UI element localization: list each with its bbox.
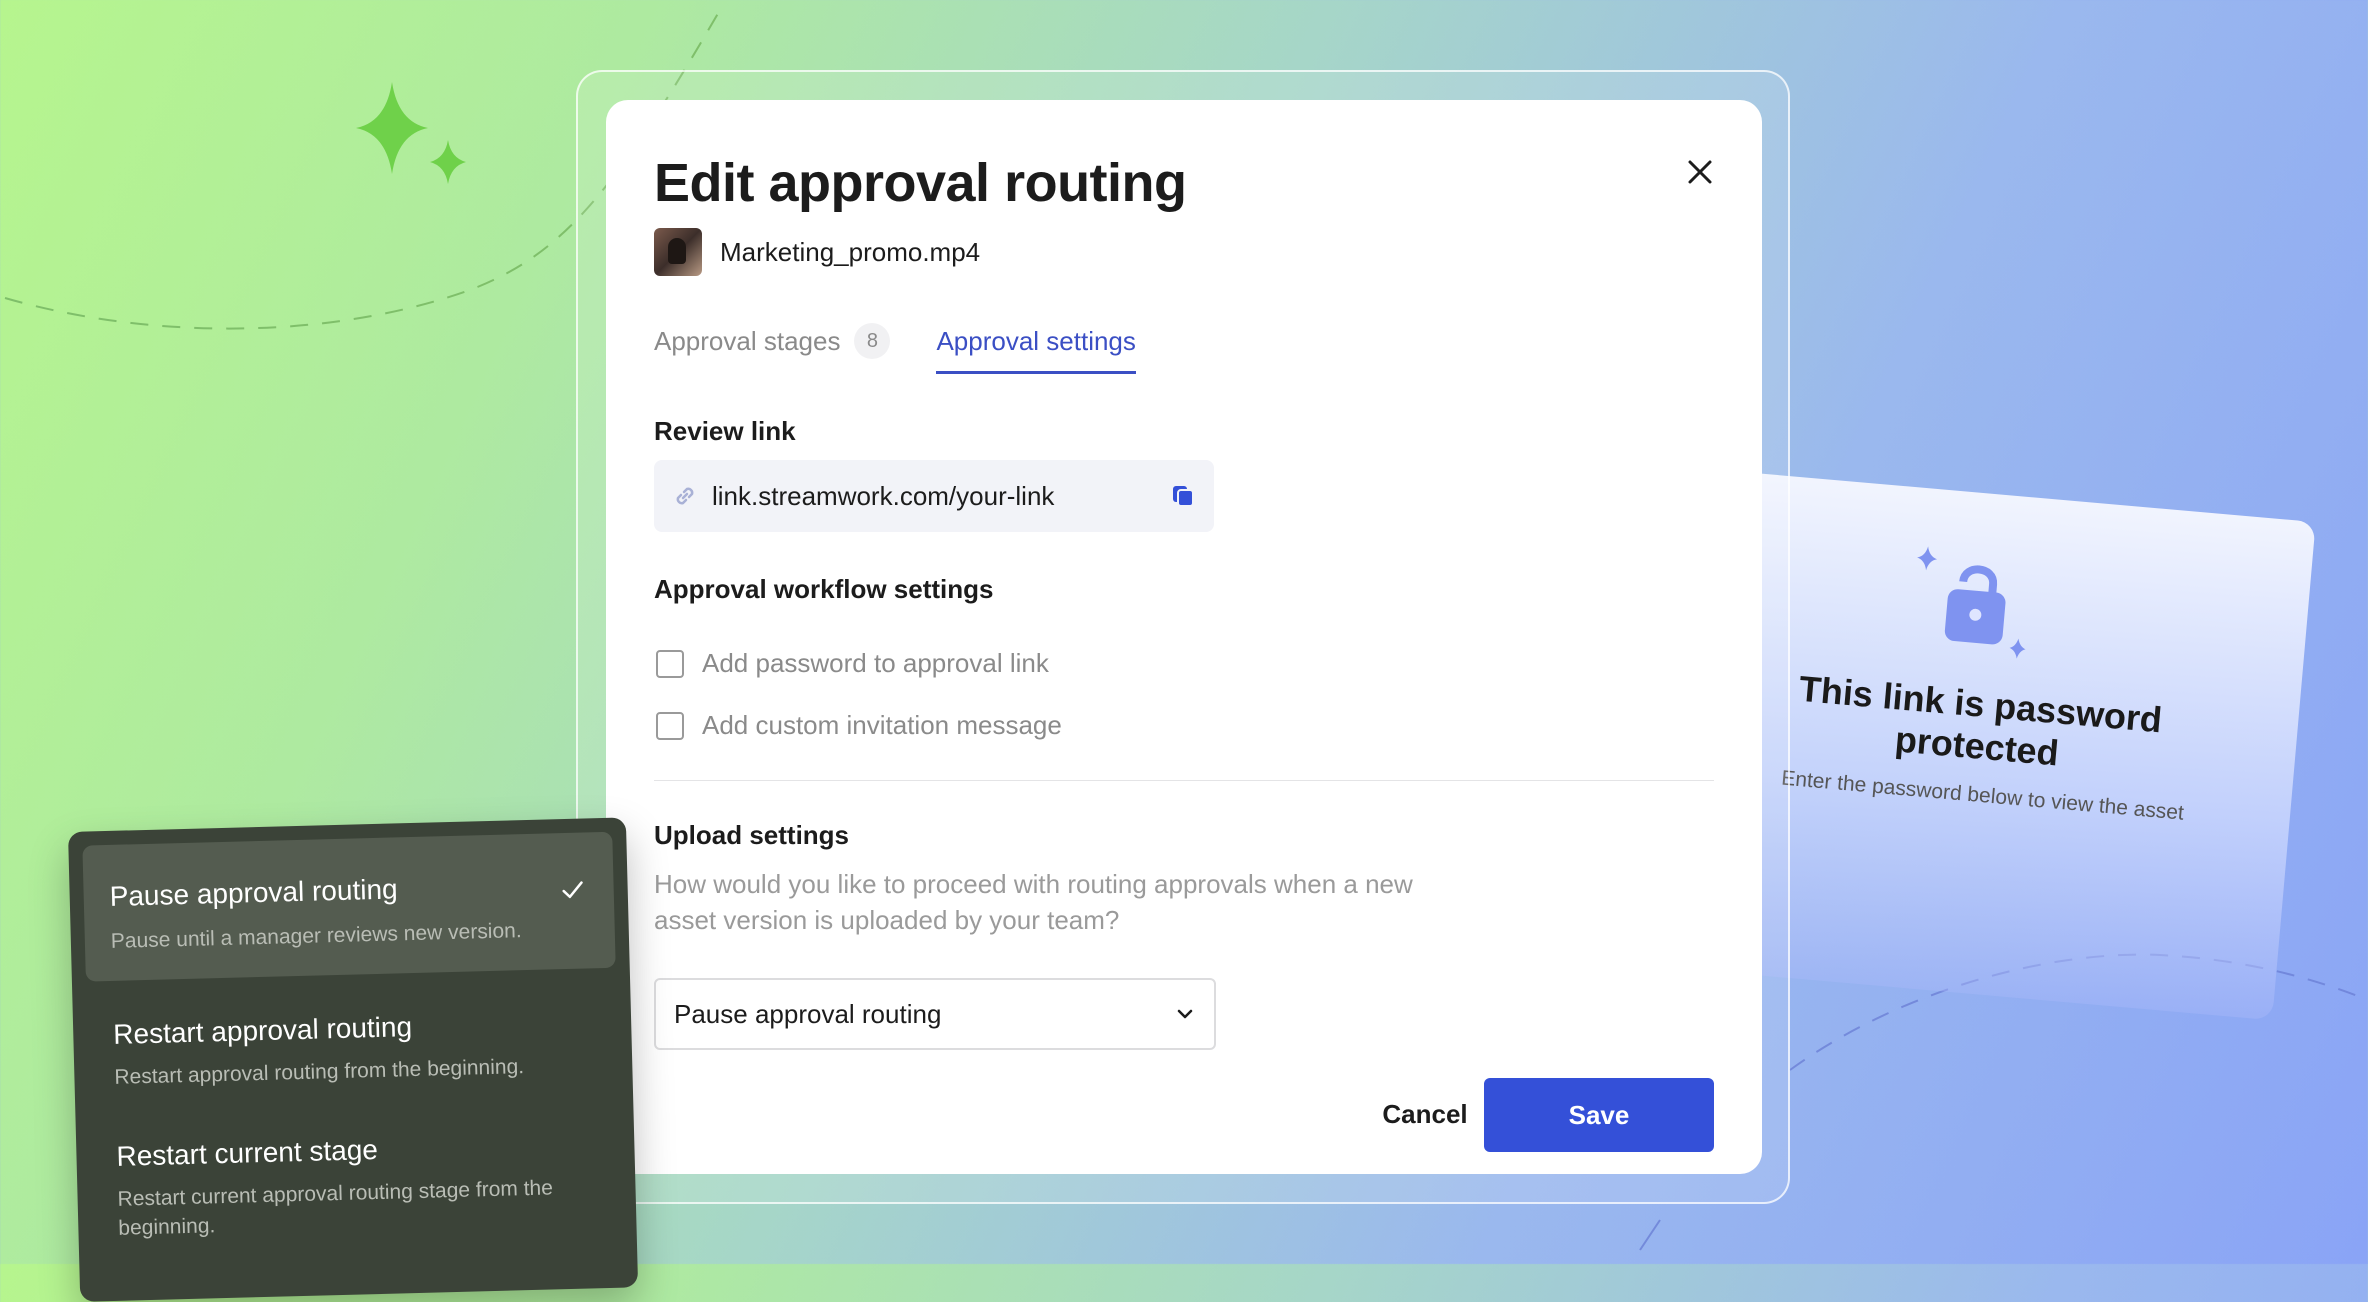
review-link-value: link.streamwork.com/your-link xyxy=(712,480,1055,511)
check-icon xyxy=(562,881,583,899)
password-option[interactable]: Add password to approval link xyxy=(656,648,1049,679)
menu-item-description: Pause until a manager reviews new versio… xyxy=(110,919,522,953)
asset-info: Marketing_promo.mp4 xyxy=(654,228,980,276)
routing-options-menu: Pause approval routing Pause until a man… xyxy=(68,817,639,1302)
tab-approval-settings[interactable]: Approval settings xyxy=(936,322,1136,374)
menu-item-restart-current-stage[interactable]: Restart current stage Restart current ap… xyxy=(89,1098,622,1252)
save-button[interactable]: Save xyxy=(1484,1078,1714,1152)
asset-thumbnail xyxy=(654,228,702,276)
menu-item-description: Restart current approval routing stage f… xyxy=(117,1176,554,1240)
menu-item-title: Pause approval routing xyxy=(109,873,398,912)
upload-routing-select[interactable]: Pause approval routing xyxy=(654,978,1216,1050)
sparkle-icon xyxy=(356,82,466,184)
upload-settings-help: How would you like to proceed with routi… xyxy=(654,869,1413,935)
password-option-label: Add password to approval link xyxy=(702,648,1049,678)
link-icon xyxy=(676,487,694,505)
password-checkbox[interactable] xyxy=(656,649,684,678)
section-divider xyxy=(654,780,1714,781)
invitation-message-label: Add custom invitation message xyxy=(702,710,1062,740)
review-link-label: Review link xyxy=(654,416,796,446)
menu-item-pause-approval-routing[interactable]: Pause approval routing Pause until a man… xyxy=(82,831,616,982)
copy-icon[interactable] xyxy=(1170,483,1196,509)
workflow-settings-label: Approval workflow settings xyxy=(654,574,994,604)
close-icon[interactable] xyxy=(1680,152,1720,192)
upload-routing-selected-value: Pause approval routing xyxy=(674,998,942,1029)
menu-item-title: Restart approval routing xyxy=(112,1011,413,1050)
tab-bar: Approval stages 8 Approval settings xyxy=(654,322,1136,374)
tab-label: Approval stages xyxy=(654,325,841,356)
invitation-message-option[interactable]: Add custom invitation message xyxy=(656,710,1062,741)
menu-item-restart-approval-routing[interactable]: Restart approval routing Restart approva… xyxy=(86,978,619,1102)
modal-title: Edit approval routing xyxy=(654,153,1187,213)
lock-icon xyxy=(1917,546,2026,659)
tab-count-badge: 8 xyxy=(854,323,891,359)
asset-name: Marketing_promo.mp4 xyxy=(720,236,981,267)
review-link-field[interactable]: link.streamwork.com/your-link xyxy=(654,460,1214,532)
password-card-title: This link is password protected xyxy=(1797,667,2164,774)
tab-approval-stages[interactable]: Approval stages 8 xyxy=(654,323,891,373)
menu-item-title: Restart current stage xyxy=(116,1134,379,1172)
edit-approval-routing-modal: Edit approval routing Marketing_promo.mp… xyxy=(606,100,1762,1174)
upload-settings-label: Upload settings xyxy=(654,820,850,850)
invitation-message-checkbox[interactable] xyxy=(656,711,684,740)
chevron-down-icon xyxy=(1177,1009,1193,1019)
menu-item-description: Restart approval routing from the beginn… xyxy=(114,1055,525,1089)
